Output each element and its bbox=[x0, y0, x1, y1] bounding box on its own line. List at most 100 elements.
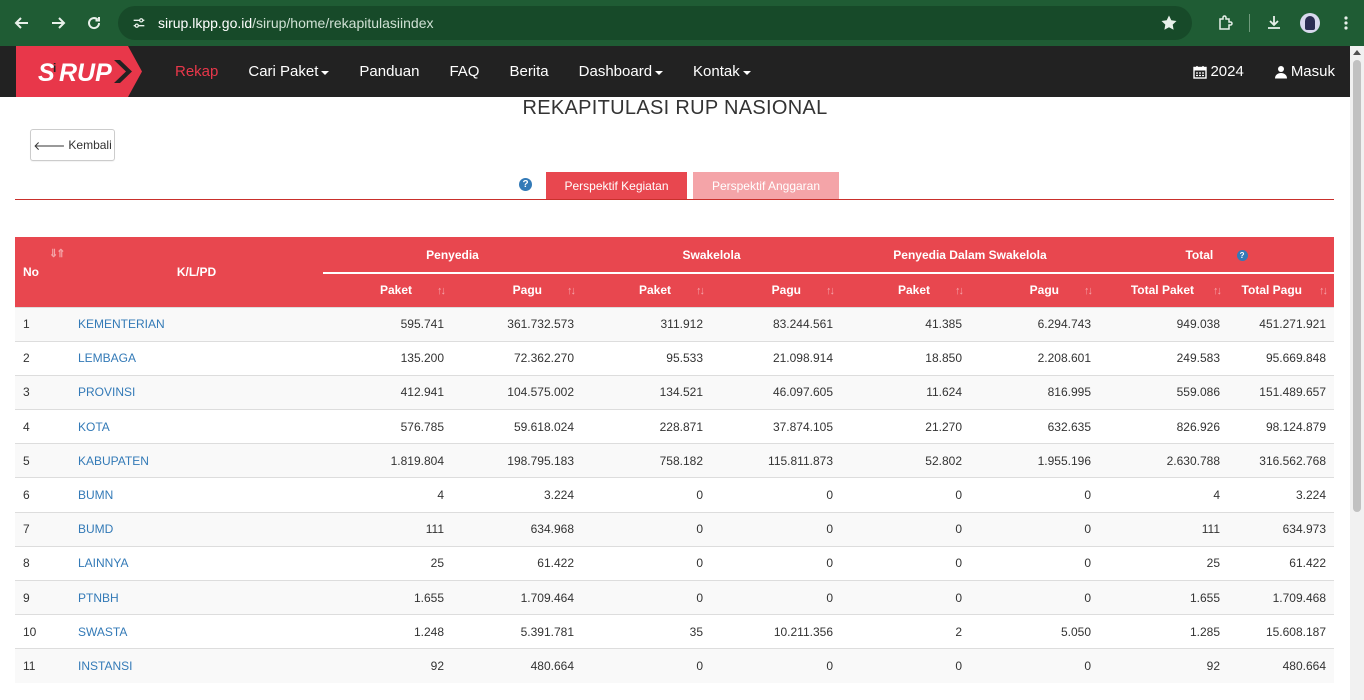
row-number: 3 bbox=[15, 374, 70, 410]
nav-item-faq[interactable]: FAQ bbox=[434, 46, 494, 97]
cell-p-paket: 412.941 bbox=[323, 374, 452, 410]
table-row: 10 SWASTA 1.248 5.391.781 35 10.211.356 2 5.050… bbox=[15, 614, 1334, 649]
nav-item-dashboard[interactable]: Dashboard bbox=[564, 46, 678, 97]
toolbar-separator bbox=[1249, 14, 1250, 32]
row-number: 8 bbox=[15, 545, 70, 581]
nav-item-cari-paket[interactable]: Cari Paket bbox=[233, 46, 344, 97]
nav-item-kontak[interactable]: Kontak bbox=[678, 46, 766, 97]
nav-item-panduan[interactable]: Panduan bbox=[344, 46, 434, 97]
cell-s-pagu: 115.811.873 bbox=[711, 443, 841, 478]
bookmark-star-icon[interactable] bbox=[1160, 14, 1178, 32]
cell-p-paket: 111 bbox=[323, 511, 452, 547]
sort-icon: ↑↓ bbox=[696, 285, 705, 298]
header-total-paket[interactable]: Total Paket ↑↓ bbox=[1099, 273, 1228, 307]
cell-p-paket: 1.248 bbox=[323, 614, 452, 649]
tab-perspektif-kegiatan[interactable]: Perspektif Kegiatan bbox=[546, 172, 687, 199]
klpd-link[interactable]: KOTA bbox=[78, 420, 110, 434]
klpd-link[interactable]: KEMENTERIAN bbox=[78, 317, 165, 331]
header-klpd: K/L/PD bbox=[70, 237, 323, 307]
extensions-icon[interactable] bbox=[1207, 5, 1243, 41]
header-total-pagu[interactable]: Total Pagu ↑↓ bbox=[1228, 273, 1334, 307]
login-link[interactable]: Masuk bbox=[1244, 46, 1335, 97]
header-pds-paket[interactable]: Paket ↑↓ bbox=[841, 273, 970, 307]
cell-s-paket: 35 bbox=[582, 614, 711, 649]
cell-d-pagu: 816.995 bbox=[970, 374, 1099, 410]
klpd-link[interactable]: KABUPATEN bbox=[78, 454, 149, 468]
header-swakelola-pagu[interactable]: Pagu ↑↓ bbox=[711, 273, 841, 307]
header-penyedia-paket[interactable]: Paket ↑↓ bbox=[323, 273, 452, 307]
cell-d-pagu: 0 bbox=[970, 579, 1099, 615]
cell-t-pagu: 3.224 bbox=[1228, 477, 1334, 513]
row-number: 5 bbox=[15, 443, 70, 478]
reload-icon[interactable] bbox=[76, 5, 112, 41]
address-bar[interactable]: sirup.lkpp.go.id/sirup/home/rekapitulasi… bbox=[118, 6, 1192, 40]
cell-s-pagu: 37.874.105 bbox=[711, 409, 841, 444]
download-icon[interactable] bbox=[1256, 5, 1292, 41]
scroll-thumb[interactable] bbox=[1353, 60, 1361, 512]
cell-p-pagu: 634.968 bbox=[452, 511, 582, 547]
table-row: 8 LAINNYA 25 61.422 0 0 0 0 25 61.422 bbox=[15, 545, 1334, 581]
scroll-up-arrow-icon[interactable] bbox=[1353, 50, 1361, 55]
year-selector[interactable]: 2024 bbox=[1163, 46, 1244, 97]
klpd-link[interactable]: INSTANSI bbox=[78, 659, 132, 673]
profile-avatar[interactable] bbox=[1292, 5, 1328, 41]
klpd-link[interactable]: LAINNYA bbox=[78, 556, 128, 570]
header-no[interactable]: ⇓⇑ No bbox=[15, 237, 70, 307]
table-row: 5 KABUPATEN 1.819.804 198.795.183 758.182 115… bbox=[15, 443, 1334, 478]
site-settings-icon[interactable] bbox=[130, 14, 148, 32]
rekap-table-container: ⇓⇑ No K/L/PD Penyedia Swakelola Penyedia… bbox=[15, 237, 1334, 684]
back-button[interactable]: 🡐 Kembali bbox=[30, 129, 115, 161]
header-total: Total ? bbox=[1099, 237, 1334, 274]
back-button-label: Kembali bbox=[68, 138, 112, 152]
nav-item-rekap[interactable]: Rekap bbox=[160, 46, 233, 97]
header-pds-pagu[interactable]: Pagu ↑↓ bbox=[970, 273, 1099, 307]
klpd-link[interactable]: PTNBH bbox=[78, 591, 119, 605]
page-scrollbar[interactable] bbox=[1350, 46, 1364, 700]
header-penyedia-pagu[interactable]: Pagu ↑↓ bbox=[452, 273, 582, 307]
klpd-link[interactable]: BUMD bbox=[78, 522, 113, 536]
menu-kebab-icon[interactable] bbox=[1328, 5, 1364, 41]
cell-p-paket: 1.655 bbox=[323, 579, 452, 615]
cell-s-pagu: 0 bbox=[711, 545, 841, 581]
site-navbar: S i RUP Rekap Cari Paket Panduan FAQ Berita D… bbox=[0, 46, 1350, 97]
page-title: REKAPITULASI RUP NASIONAL bbox=[522, 97, 828, 119]
header-swakelola-paket[interactable]: Paket ↑↓ bbox=[582, 273, 711, 307]
table-row: 7 BUMD 111 634.968 0 0 0 0 111 634.973 bbox=[15, 511, 1334, 547]
cell-t-paket: 949.038 bbox=[1099, 306, 1228, 342]
row-number: 1 bbox=[15, 306, 70, 342]
tab-perspektif-anggaran[interactable]: Perspektif Anggaran bbox=[693, 172, 839, 199]
question-circle-icon[interactable]: ? bbox=[519, 178, 532, 191]
forward-arrow-icon[interactable] bbox=[40, 5, 76, 41]
back-arrow-icon[interactable] bbox=[4, 5, 40, 41]
cell-t-pagu: 15.608.187 bbox=[1228, 614, 1334, 649]
total-help-icon[interactable]: ? bbox=[1236, 249, 1248, 261]
cell-t-paket: 2.630.788 bbox=[1099, 443, 1228, 478]
table-row: 4 KOTA 576.785 59.618.024 228.871 37.874.105 2… bbox=[15, 409, 1334, 444]
cell-d-paket: 0 bbox=[841, 511, 970, 547]
klpd-link[interactable]: BUMN bbox=[78, 488, 113, 502]
header-penyedia-dalam-swakelola: Penyedia Dalam Swakelola bbox=[841, 237, 1099, 274]
main-menu: Rekap Cari Paket Panduan FAQ Berita Dashboard… bbox=[160, 46, 766, 97]
cell-s-pagu: 0 bbox=[711, 477, 841, 513]
cell-p-paket: 4 bbox=[323, 477, 452, 513]
cell-d-pagu: 0 bbox=[970, 477, 1099, 513]
sort-icon: ↑↓ bbox=[955, 285, 964, 298]
cell-t-pagu: 151.489.657 bbox=[1228, 374, 1334, 410]
cell-t-paket: 25 bbox=[1099, 545, 1228, 581]
klpd-link[interactable]: SWASTA bbox=[78, 625, 127, 639]
klpd-link[interactable]: LEMBAGA bbox=[78, 351, 136, 365]
cell-d-paket: 52.802 bbox=[841, 443, 970, 478]
klpd-link[interactable]: PROVINSI bbox=[78, 385, 135, 399]
cell-s-pagu: 83.244.561 bbox=[711, 306, 841, 342]
nav-item-berita[interactable]: Berita bbox=[494, 46, 563, 97]
cell-s-pagu: 21.098.914 bbox=[711, 340, 841, 376]
sirup-logo[interactable]: S i RUP bbox=[16, 46, 142, 97]
cell-d-pagu: 0 bbox=[970, 648, 1099, 684]
cell-t-pagu: 61.422 bbox=[1228, 545, 1334, 581]
sort-icon[interactable]: ⇓⇑ bbox=[49, 247, 65, 260]
cell-s-paket: 311.912 bbox=[582, 306, 711, 342]
cell-t-paket: 1.655 bbox=[1099, 579, 1228, 615]
cell-t-paket: 249.583 bbox=[1099, 340, 1228, 376]
table-row: 2 LEMBAGA 135.200 72.362.270 95.533 21.098.91… bbox=[15, 340, 1334, 376]
row-number: 10 bbox=[15, 614, 70, 649]
